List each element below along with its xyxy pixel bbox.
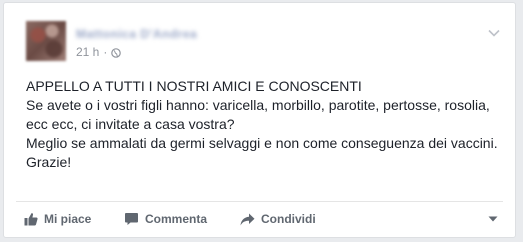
actions-divider <box>16 201 503 202</box>
globe-icon[interactable] <box>111 47 122 58</box>
share-label: Condividi <box>261 212 316 226</box>
post-actions-bar: Mi piace Commenta Condividi <box>24 207 501 231</box>
share-arrow-icon <box>240 213 255 226</box>
post-text-line: Grazie! <box>26 154 72 170</box>
post-text-line: APPELLO A TUTTI I NOSTRI AMICI E CONOSCE… <box>26 78 362 94</box>
comment-label: Commenta <box>145 212 208 226</box>
caret-down-icon[interactable] <box>485 211 501 227</box>
post-meta: 21 h · <box>76 45 122 59</box>
author-name[interactable]: Mattonica D'Andrea <box>76 27 197 41</box>
post-timestamp[interactable]: 21 h <box>76 45 99 59</box>
post-text-line: Se avete o i vostri figli hanno: varicel… <box>26 97 490 132</box>
meta-separator: · <box>103 45 108 59</box>
like-label: Mi piace <box>44 212 92 226</box>
chevron-down-icon[interactable] <box>487 25 501 37</box>
post-card: Mattonica D'Andrea 21 h · APPELLO A TUTT… <box>3 2 516 238</box>
share-button[interactable]: Condividi <box>240 212 340 226</box>
post-text-line: Meglio se ammalati da germi selvaggi e n… <box>26 135 498 151</box>
post-text: APPELLO A TUTTI I NOSTRI AMICI E CONOSCE… <box>26 77 506 172</box>
thumbs-up-icon <box>24 212 38 226</box>
like-button[interactable]: Mi piace <box>24 212 124 226</box>
comment-icon <box>124 212 139 226</box>
author-avatar[interactable] <box>26 21 66 61</box>
comment-button[interactable]: Commenta <box>124 212 240 226</box>
